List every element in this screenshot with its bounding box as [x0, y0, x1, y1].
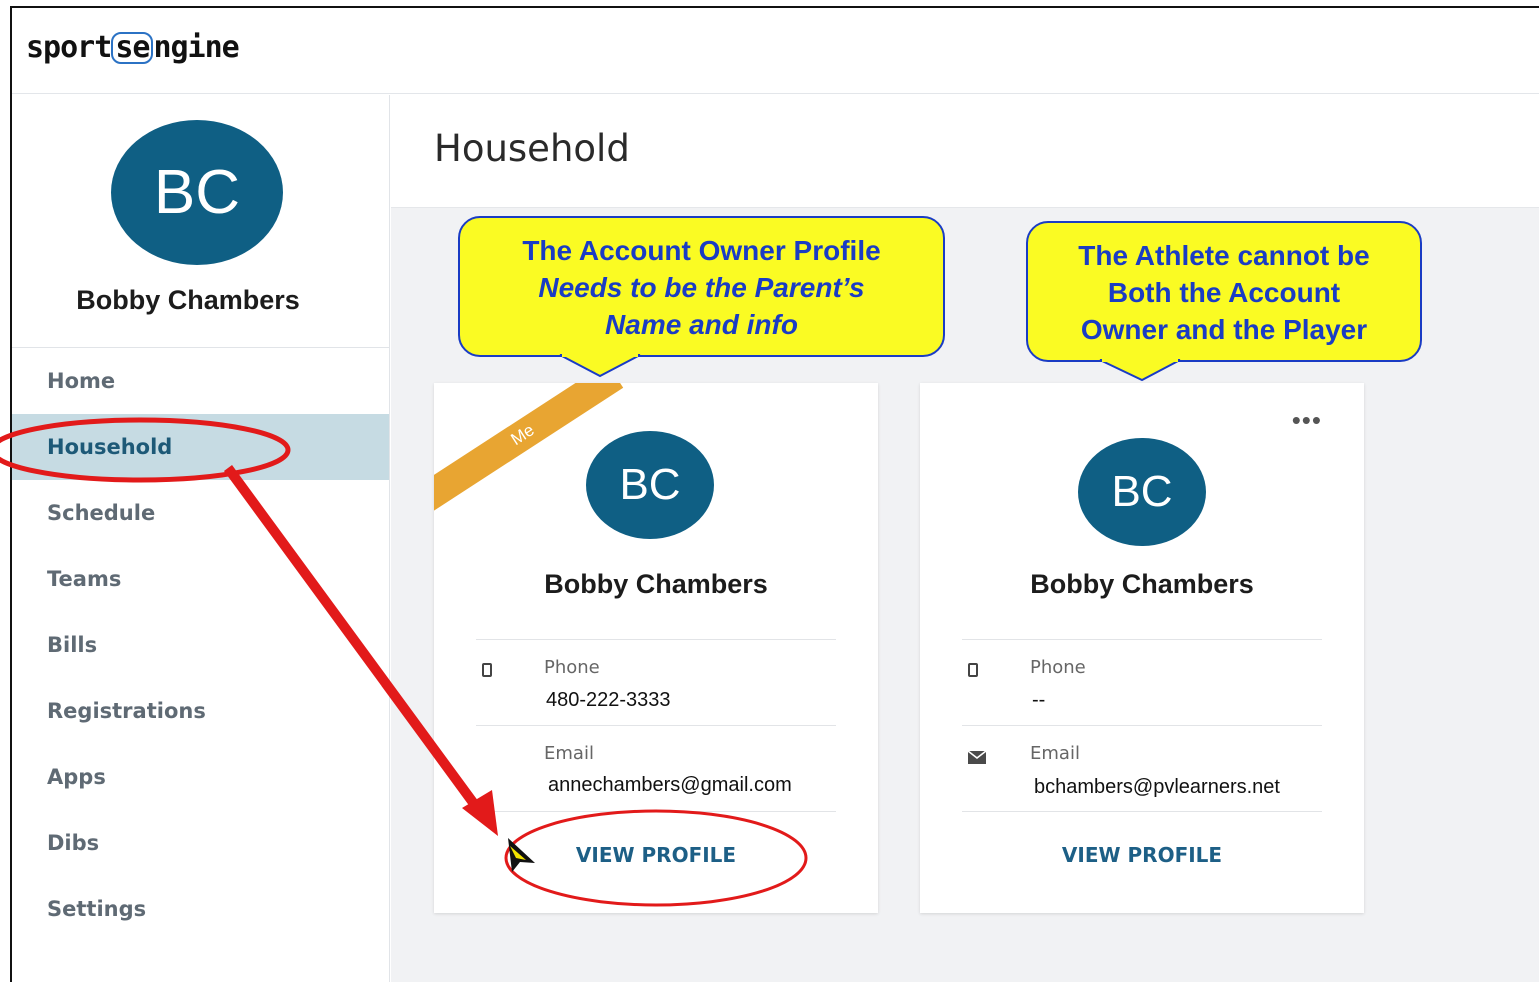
- sidebar-item-apps[interactable]: Apps: [12, 744, 389, 810]
- sidebar-item-bills[interactable]: Bills: [12, 612, 389, 678]
- email-value: annechambers@gmail.com: [548, 774, 792, 796]
- more-dots-icon[interactable]: •••: [1292, 405, 1322, 436]
- household-member-card: ••• BC Bobby Chambers Phone -- Email bch…: [920, 383, 1364, 913]
- sidebar-item-registrations[interactable]: Registrations: [12, 678, 389, 744]
- phone-value: --: [1032, 689, 1046, 711]
- member-name: Bobby Chambers: [1030, 569, 1254, 599]
- phone-label: Phone: [544, 657, 600, 678]
- divider: [476, 639, 836, 640]
- sidebar-item-settings[interactable]: Settings: [12, 876, 389, 942]
- annotation-callout-owner: The Account Owner Profile Needs to be th…: [458, 216, 945, 357]
- divider: [476, 811, 836, 812]
- email-value: bchambers@pvlearners.net: [1034, 776, 1280, 798]
- phone-icon: [482, 663, 492, 682]
- phone-label: Phone: [1030, 657, 1086, 678]
- annotation-callout-athlete: The Athlete cannot be Both the Account O…: [1026, 221, 1422, 362]
- view-profile-button[interactable]: VIEW PROFILE: [920, 843, 1364, 867]
- divider: [962, 811, 1322, 812]
- logo-mark: se: [111, 32, 154, 64]
- page-header: Household: [391, 95, 1539, 208]
- member-name: Bobby Chambers: [544, 569, 768, 599]
- household-member-card: Me BC Bobby Chambers Phone 480-222-3333 …: [434, 383, 878, 913]
- member-avatar: BC: [1078, 438, 1206, 546]
- email-label: Email: [1030, 743, 1080, 764]
- divider: [962, 725, 1322, 726]
- top-bar: sport se ngine: [12, 8, 1539, 94]
- phone-value: 480-222-3333: [546, 689, 671, 711]
- phone-icon: [968, 663, 978, 682]
- profile-name: Bobby Chambers: [76, 285, 300, 315]
- sidebar-item-household[interactable]: Household: [12, 414, 389, 480]
- envelope-icon: [967, 750, 987, 769]
- sidebar-nav: Home Household Schedule Teams Bills Regi…: [12, 348, 389, 942]
- avatar[interactable]: BC: [111, 120, 283, 265]
- divider: [962, 639, 1322, 640]
- sidebar-profile: BC Bobby Chambers: [12, 95, 389, 348]
- sidebar-item-home[interactable]: Home: [12, 348, 389, 414]
- member-avatar: BC: [586, 431, 714, 539]
- sidebar-item-schedule[interactable]: Schedule: [12, 480, 389, 546]
- sidebar-item-dibs[interactable]: Dibs: [12, 810, 389, 876]
- view-profile-button[interactable]: VIEW PROFILE: [434, 843, 878, 867]
- sidebar: BC Bobby Chambers Home Household Schedul…: [12, 95, 390, 982]
- divider: [476, 725, 836, 726]
- page-title: Household: [434, 127, 630, 170]
- sportsengine-logo[interactable]: sport se ngine: [26, 30, 240, 65]
- email-label: Email: [544, 743, 594, 764]
- sidebar-item-teams[interactable]: Teams: [12, 546, 389, 612]
